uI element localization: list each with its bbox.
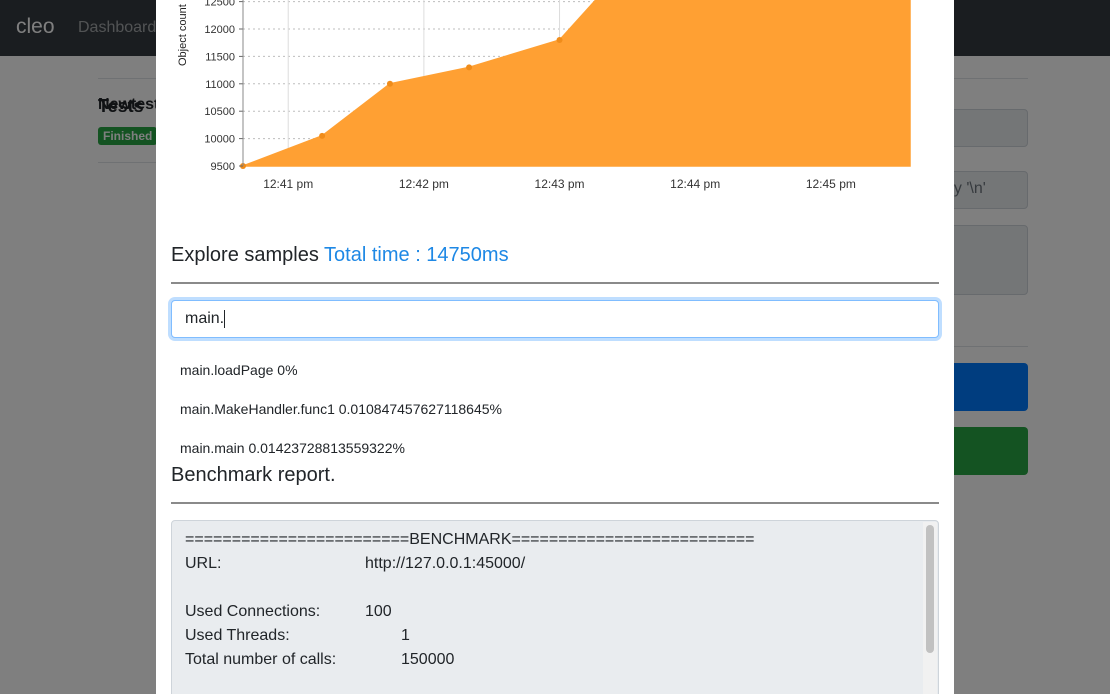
x-tick-label: 12:44 pm — [670, 177, 720, 191]
x-tick-label: 12:42 pm — [399, 177, 449, 191]
sample-search-input[interactable] — [171, 300, 939, 338]
report-label: Used Threads: — [185, 627, 290, 644]
report-value: http://127.0.0.1:45000/ — [365, 555, 526, 572]
report-label: Total number of calls: — [185, 651, 337, 668]
report-value: 1 — [401, 627, 410, 644]
sample-result-item[interactable]: main.loadPage 0% — [180, 362, 298, 378]
y-tick-label: 12000 — [204, 24, 235, 36]
sample-result-item[interactable]: main.main 0.01423728813559322% — [180, 440, 405, 456]
sample-result-item[interactable]: main.MakeHandler.func1 0.010847457627118… — [180, 401, 502, 417]
y-tick-label: 12500 — [204, 0, 235, 9]
report-value: 100 — [365, 603, 392, 620]
x-tick-label: 12:43 pm — [535, 177, 585, 191]
benchmark-report-textarea[interactable]: ========================BENCHMARK=======… — [171, 520, 939, 694]
y-tick-label: 11500 — [205, 51, 235, 63]
total-time: Total time : 14750ms — [324, 244, 509, 266]
report-value: 150000 — [401, 651, 455, 668]
y-tick-label: 10500 — [204, 106, 235, 118]
scrollbar-track[interactable] — [923, 522, 937, 694]
data-point — [386, 80, 393, 87]
report-label: URL: — [185, 555, 222, 572]
y-tick-label: 10000 — [204, 134, 235, 146]
results-modal: 9500 10000 10500 11000 11500 12000 12500 12:41 … — [156, 0, 954, 694]
y-tick-label: 9500 — [211, 161, 235, 173]
data-point — [556, 36, 563, 43]
explore-samples-heading: Explore samples Total time : 14750ms — [171, 244, 509, 267]
object-count-chart: 9500 10000 10500 11000 11500 12000 12500 12:41 … — [177, 0, 911, 191]
explore-samples-title: Explore samples — [171, 244, 319, 266]
data-point — [466, 64, 473, 71]
x-tick-label: 12:41 pm — [263, 177, 313, 191]
benchmark-report-title: Benchmark report. — [171, 464, 336, 486]
report-header-line: ========================BENCHMARK=======… — [185, 531, 755, 548]
report-label: Used Connections: — [185, 603, 321, 620]
scrollbar-thumb[interactable] — [926, 525, 934, 653]
y-axis-label: Object count — [177, 4, 189, 66]
divider — [171, 502, 939, 504]
area-series — [242, 0, 911, 167]
y-tick-label: 11000 — [205, 79, 235, 91]
divider — [171, 282, 939, 284]
x-tick-label: 12:45 pm — [806, 177, 856, 191]
data-point — [319, 132, 326, 139]
text-caret — [224, 310, 225, 328]
